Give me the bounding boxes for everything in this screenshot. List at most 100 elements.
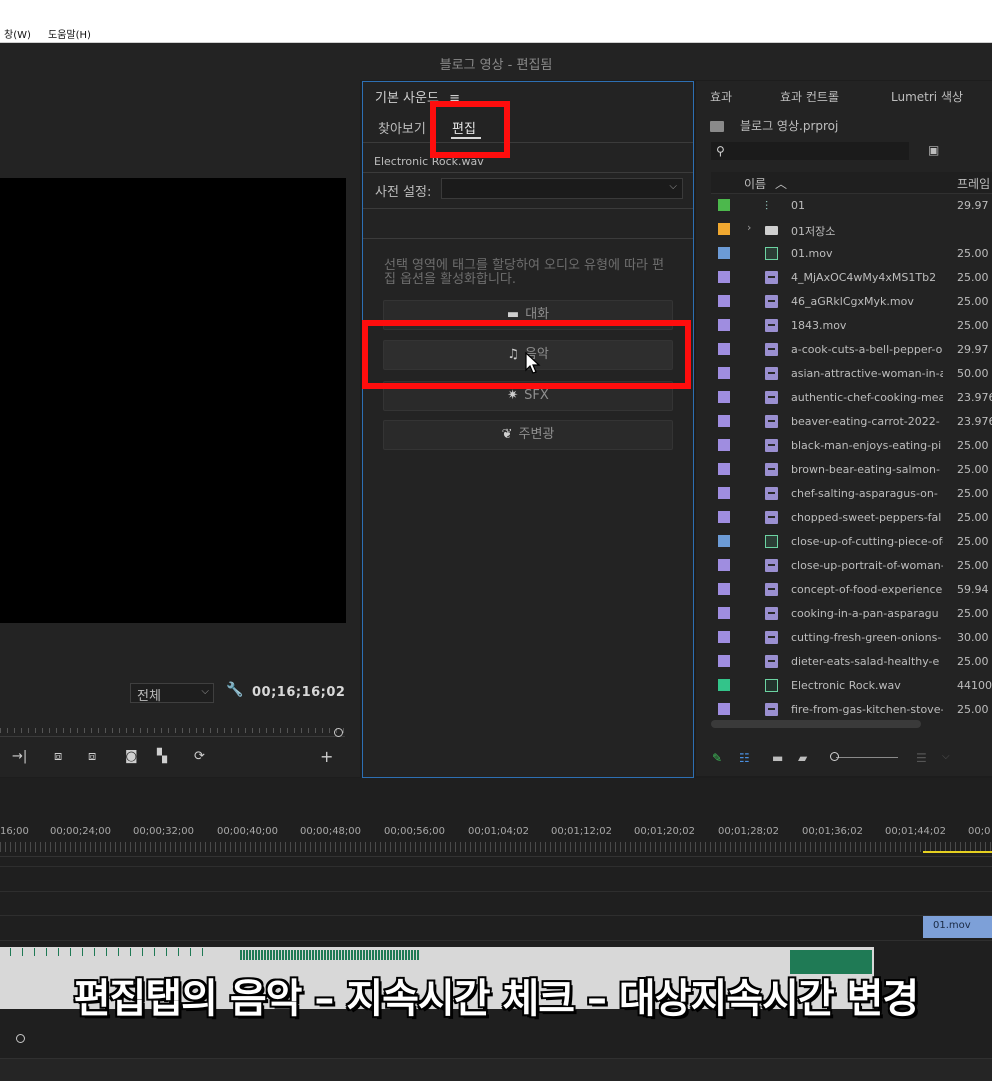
project-item-row[interactable]: dieter-eats-salad-healthy-e 25.00 bbox=[711, 650, 992, 674]
track-divider bbox=[0, 915, 992, 916]
list-view-icon[interactable]: ☷ bbox=[739, 751, 750, 765]
project-item-row[interactable]: concept-of-food-experience 59.94 bbox=[711, 578, 992, 602]
project-search-input[interactable] bbox=[711, 142, 909, 160]
ambience-button[interactable]: ❦ 주변광 bbox=[383, 420, 673, 450]
go-to-out-icon[interactable]: →| bbox=[12, 749, 27, 764]
sort-ascending-icon[interactable]: ︿ bbox=[775, 175, 787, 192]
project-item-row[interactable]: cutting-fresh-green-onions- 30.00 bbox=[711, 626, 992, 650]
label-color-swatch[interactable] bbox=[718, 319, 730, 331]
label-color-swatch[interactable] bbox=[718, 271, 730, 283]
wrench-icon[interactable]: 🔧 bbox=[226, 682, 243, 698]
time-tick-label: 00;01;04;02 bbox=[468, 826, 530, 837]
label-color-swatch[interactable] bbox=[718, 559, 730, 571]
label-color-swatch[interactable] bbox=[718, 463, 730, 475]
freeform-view-icon[interactable]: ▰ bbox=[798, 751, 807, 765]
label-color-swatch[interactable] bbox=[718, 655, 730, 667]
item-name: 4_MjAxOC4wMy4xMS1Tb2 bbox=[791, 271, 937, 284]
work-area-bar[interactable] bbox=[923, 851, 992, 853]
timeline-scrollbar[interactable] bbox=[0, 1058, 992, 1081]
project-item-row[interactable]: close-up-of-cutting-piece-of- 25.00 bbox=[711, 530, 992, 554]
label-color-swatch[interactable] bbox=[718, 607, 730, 619]
project-item-row[interactable]: authentic-chef-cooking-mea 23.976 bbox=[711, 386, 992, 410]
project-item-row[interactable]: brown-bear-eating-salmon- 25.00 bbox=[711, 458, 992, 482]
edit-tab-highlight-box bbox=[430, 101, 510, 158]
project-item-row[interactable]: Electronic Rock.wav 44100 bbox=[711, 674, 992, 698]
expand-chevron-icon[interactable]: › bbox=[747, 221, 751, 234]
av-clip-icon bbox=[765, 535, 778, 548]
project-item-row[interactable]: black-man-enjoys-eating-pi 25.00 bbox=[711, 434, 992, 458]
label-color-swatch[interactable] bbox=[718, 535, 730, 547]
project-item-row[interactable]: close-up-portrait-of-woman- 25.00 bbox=[711, 554, 992, 578]
zoom-slider[interactable] bbox=[836, 757, 898, 758]
fit-dropdown[interactable]: 전체 ⌵ bbox=[130, 683, 214, 704]
tag-hint-text: 선택 영역에 태그를 할당하여 오디오 유형에 따라 편집 옵션을 활성화합니다… bbox=[384, 258, 665, 287]
project-item-row[interactable]: › 01저장소 bbox=[711, 218, 992, 242]
menu-window[interactable]: 창(W) bbox=[4, 26, 31, 41]
project-item-row[interactable]: chopped-sweet-peppers-fal 25.00 bbox=[711, 506, 992, 530]
label-color-swatch[interactable] bbox=[718, 223, 730, 235]
project-item-row[interactable]: fire-from-gas-kitchen-stove- 25.00 bbox=[711, 698, 992, 722]
video-clip[interactable]: 01.mov bbox=[923, 916, 992, 938]
preset-dropdown[interactable]: ⌵ bbox=[441, 178, 683, 199]
label-color-swatch[interactable] bbox=[718, 199, 730, 211]
divider bbox=[363, 208, 693, 209]
label-color-swatch[interactable] bbox=[718, 583, 730, 595]
item-name: chopped-sweet-peppers-fal bbox=[791, 511, 942, 524]
sort-icon[interactable]: ☰ bbox=[916, 751, 927, 765]
label-color-swatch[interactable] bbox=[718, 295, 730, 307]
tab-browse[interactable]: 찾아보기 bbox=[378, 118, 426, 137]
horizontal-scrollbar[interactable] bbox=[711, 720, 921, 728]
label-color-swatch[interactable] bbox=[718, 631, 730, 643]
leaf-icon: ❦ bbox=[501, 427, 513, 442]
label-color-swatch[interactable] bbox=[718, 367, 730, 379]
project-item-row[interactable]: a-cook-cuts-a-bell-pepper-o 29.97 bbox=[711, 338, 992, 362]
item-name: concept-of-food-experience bbox=[791, 583, 943, 596]
item-frame-rate: 25.00 bbox=[957, 703, 989, 716]
timeline-zoom-handle[interactable] bbox=[16, 1034, 25, 1043]
pencil-icon[interactable]: ✎ bbox=[712, 751, 722, 765]
label-color-swatch[interactable] bbox=[718, 679, 730, 691]
item-name: fire-from-gas-kitchen-stove- bbox=[791, 703, 943, 716]
label-color-swatch[interactable] bbox=[718, 511, 730, 523]
column-frame-rate[interactable]: 프레임 bbox=[957, 175, 990, 192]
project-item-row[interactable]: 4_MjAxOC4wMy4xMS1Tb2 25.00 bbox=[711, 266, 992, 290]
label-color-swatch[interactable] bbox=[718, 391, 730, 403]
project-item-row[interactable]: chef-salting-asparagus-on- 25.00 bbox=[711, 482, 992, 506]
menu-help[interactable]: 도움말(H) bbox=[48, 26, 91, 41]
item-frame-rate: 25.00 bbox=[957, 319, 989, 332]
monitor-scrub-bar[interactable] bbox=[0, 716, 345, 737]
icon-view-icon[interactable]: ▬ bbox=[772, 751, 783, 765]
clip-icon bbox=[765, 487, 778, 500]
tab-effects[interactable]: 효과 bbox=[710, 88, 732, 105]
clip-icon bbox=[765, 391, 778, 404]
project-item-row[interactable]: ⫶ 01 29.97 bbox=[711, 194, 992, 218]
item-name: 01저장소 bbox=[791, 225, 836, 238]
label-color-swatch[interactable] bbox=[718, 343, 730, 355]
add-button-icon[interactable]: + bbox=[320, 747, 333, 766]
project-item-row[interactable]: beaver-eating-carrot-2022- 23.976 bbox=[711, 410, 992, 434]
vr-icon[interactable]: ⟳ bbox=[194, 749, 205, 764]
project-item-row[interactable]: 01.mov 25.00 bbox=[711, 242, 992, 266]
scrub-end-handle[interactable] bbox=[334, 728, 343, 737]
zoom-slider-handle[interactable] bbox=[830, 752, 839, 761]
label-color-swatch[interactable] bbox=[718, 247, 730, 259]
project-item-row[interactable]: 1843.mov 25.00 bbox=[711, 314, 992, 338]
column-name[interactable]: 이름 bbox=[744, 175, 766, 192]
label-color-swatch[interactable] bbox=[718, 703, 730, 715]
extract-icon[interactable]: ⧈ bbox=[88, 749, 96, 764]
label-color-swatch[interactable] bbox=[718, 439, 730, 451]
camera-icon[interactable]: ◙ bbox=[125, 749, 138, 764]
new-bin-icon[interactable]: ▣ bbox=[928, 143, 939, 157]
divider bbox=[363, 238, 693, 239]
compare-icon[interactable]: ▚ bbox=[157, 749, 167, 764]
playhead-timecode[interactable]: 00;16;16;02 bbox=[252, 685, 345, 700]
tab-lumetri-color[interactable]: Lumetri 색상 bbox=[891, 88, 963, 105]
chevron-down-icon[interactable]: ⌵ bbox=[942, 751, 950, 762]
lift-icon[interactable]: ⧈ bbox=[54, 749, 62, 764]
label-color-swatch[interactable] bbox=[718, 487, 730, 499]
tab-effect-controls[interactable]: 효과 컨트롤 bbox=[780, 88, 839, 105]
label-color-swatch[interactable] bbox=[718, 415, 730, 427]
project-item-row[interactable]: 46_aGRklCgxMyk.mov 25.00 bbox=[711, 290, 992, 314]
project-item-row[interactable]: cooking-in-a-pan-asparagu 25.00 bbox=[711, 602, 992, 626]
project-item-row[interactable]: asian-attractive-woman-in-a 50.00 bbox=[711, 362, 992, 386]
